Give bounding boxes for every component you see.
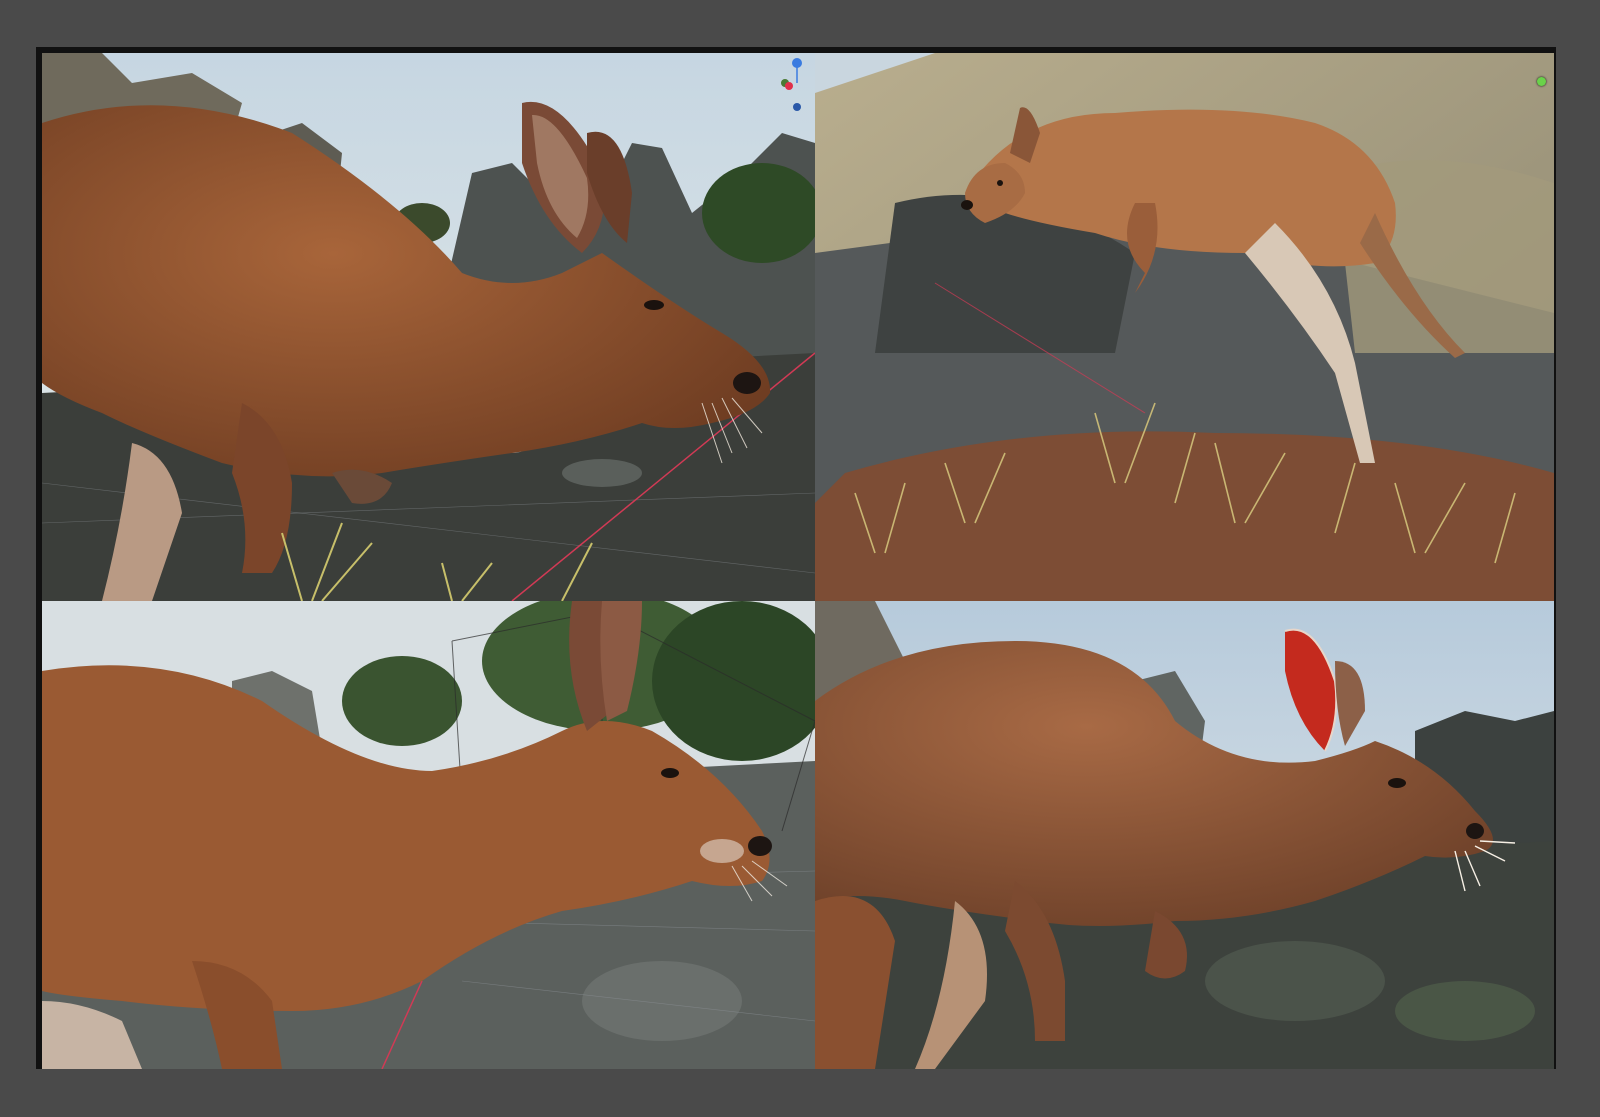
viewport-top-left[interactable] [42, 53, 815, 601]
viewport-grid [42, 53, 1554, 1069]
render-kangaroo-head-closeup [42, 53, 815, 601]
viewport-top-right[interactable] [815, 53, 1554, 601]
axis-gizmo-icon[interactable] [777, 57, 811, 113]
status-indicator-dot[interactable] [1537, 77, 1546, 86]
render-kangaroo-full-body [815, 53, 1554, 601]
render-sheet-frame [36, 47, 1556, 1069]
render-kangaroo-neck-wireframe [42, 601, 815, 1069]
render-kangaroo-red-ear [815, 601, 1554, 1069]
viewport-bottom-left[interactable] [42, 601, 815, 1069]
x-axis-icon [785, 82, 793, 90]
z-axis-icon [792, 58, 802, 68]
viewport-bottom-right[interactable] [815, 601, 1554, 1069]
